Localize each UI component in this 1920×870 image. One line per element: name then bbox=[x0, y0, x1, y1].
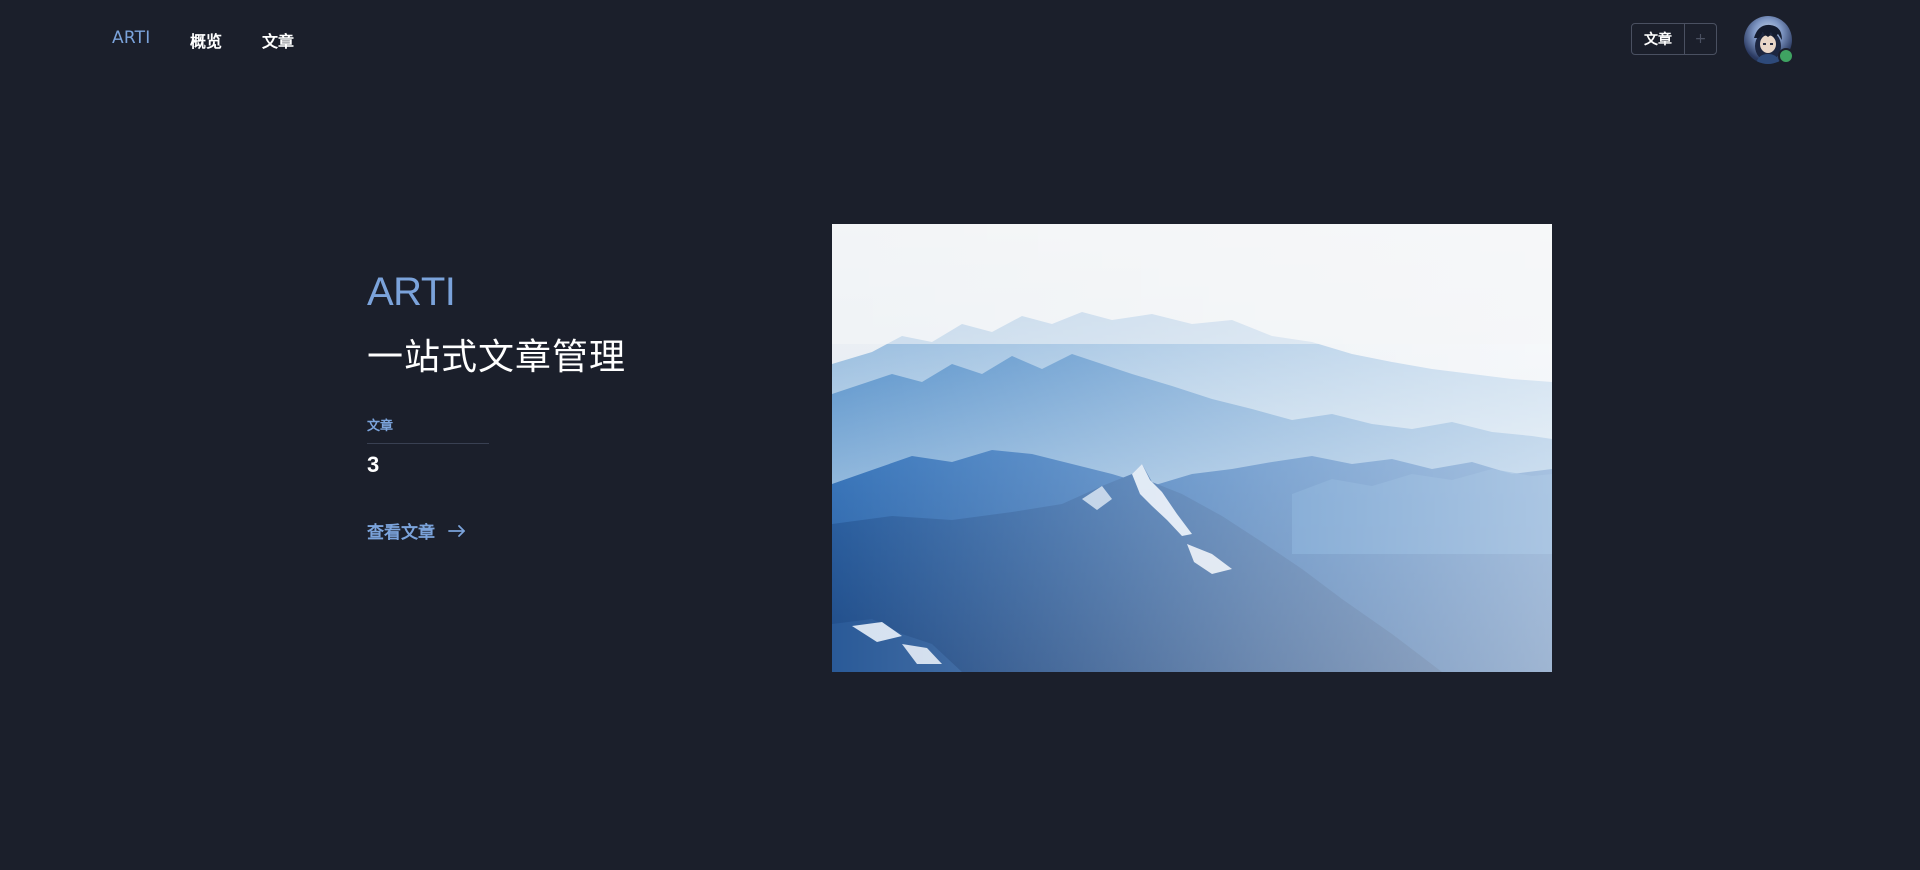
online-status-dot bbox=[1778, 48, 1794, 64]
add-article-button[interactable]: + bbox=[1685, 24, 1716, 54]
hero-brand-title: ARTI bbox=[367, 270, 456, 314]
nav-link-articles[interactable]: 文章 bbox=[262, 28, 294, 52]
article-count-label: 文章 bbox=[367, 419, 394, 434]
view-articles-link[interactable]: 查看文章 bbox=[367, 518, 467, 543]
articles-button[interactable]: 文章 bbox=[1632, 24, 1685, 54]
nav-brand-logo[interactable]: ARTI bbox=[112, 28, 150, 48]
nav-link-overview[interactable]: 概览 bbox=[190, 28, 222, 52]
stat-divider bbox=[367, 443, 489, 444]
user-avatar[interactable] bbox=[1744, 16, 1794, 64]
article-count-value: 3 bbox=[367, 452, 380, 477]
arrow-right-icon bbox=[447, 521, 467, 541]
view-articles-label: 查看文章 bbox=[367, 523, 435, 543]
hero-mountain-image bbox=[832, 224, 1552, 672]
article-button-group: 文章 + bbox=[1631, 23, 1717, 55]
hero-tagline: 一站式文章管理 bbox=[367, 337, 627, 378]
